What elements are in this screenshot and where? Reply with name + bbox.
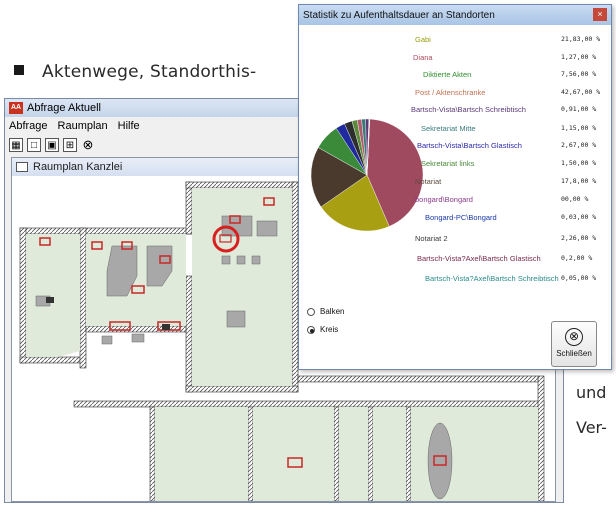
statistics-dialog: Statistik zu Aufenthaltsdauer an Standor… [298, 4, 612, 370]
menu-raumplan[interactable]: Raumplan [58, 120, 108, 132]
stat-title-bar: Statistik zu Aufenthaltsdauer an Standor… [299, 5, 611, 25]
stat-body: Gabi 21,83,00 % Diana 1,27,00 % Diktierte Ak… [303, 29, 607, 293]
stat-title: Statistik zu Aufenthaltsdauer an Standor… [303, 9, 495, 21]
close-button-label: Schließen [556, 349, 592, 358]
menu-abfrage[interactable]: Abfrage [9, 120, 48, 132]
radio-kreis-label: Kreis [320, 325, 339, 334]
legend-value: 0,03,00 % [561, 213, 597, 221]
radio-kreis[interactable]: Kreis [307, 325, 338, 334]
side-word-2: und [576, 383, 607, 402]
legend-label: Bartsch-Vista\Bartsch Glastisch [417, 141, 522, 150]
square-icon[interactable]: □ [27, 138, 41, 152]
radio-balken-label: Balken [320, 307, 345, 316]
legend-value: 0,91,00 % [561, 105, 597, 113]
radio-kreis-dot[interactable] [307, 325, 315, 334]
legend-label: Bartsch-Vista?Axel\Bartsch Glastisch [417, 254, 541, 263]
cancel-icon[interactable]: ⊗ [81, 137, 95, 152]
tiles-icon[interactable]: ▣ [45, 138, 59, 152]
legend-value: 17,8,00 % [561, 177, 597, 185]
legend-label: Gabi [415, 35, 431, 44]
legend-value: 1,27,00 % [561, 53, 597, 61]
legend-label: Sekretariat links [421, 159, 475, 168]
radio-balken-dot[interactable] [307, 307, 315, 316]
table-icon[interactable]: ⊞ [63, 138, 77, 152]
close-circle-icon: ⊗ [565, 328, 583, 346]
legend-value: 7,56,00 % [561, 70, 597, 78]
legend-value: 2,26,00 % [561, 234, 597, 242]
legend-label: bongard\Bongard [415, 195, 473, 204]
legend-value: 1,50,00 % [561, 159, 597, 167]
bullet-square-icon [14, 65, 24, 75]
legend-value: 0,05,00 % [561, 274, 597, 282]
legend-label: Bartsch-Vista?Axel\Bartsch Schreibtisch [425, 274, 559, 283]
legend-value: 42,67,00 % [561, 88, 601, 96]
legend-label: Notariat [415, 177, 442, 186]
legend-value: 0,2,00 % [561, 254, 593, 262]
legend-label: Diana [413, 53, 433, 62]
legend-label: Notariat 2 [415, 234, 448, 243]
window-icon [16, 162, 28, 172]
side-word-3: Ver- [576, 418, 607, 437]
grid-icon[interactable]: ▦ [9, 138, 23, 152]
main-window-title: Abfrage Aktuell [27, 102, 101, 114]
bullet-label: Aktenwege, Standorthis- [42, 62, 257, 82]
close-icon[interactable]: × [593, 8, 607, 21]
pie-chart [310, 118, 424, 232]
app-icon: AA [9, 102, 23, 114]
legend-label: Bartsch-Vista\Bartsch Schreibtisch [411, 105, 526, 114]
legend-value: 1,15,00 % [561, 124, 597, 132]
bullet-text: Aktenwege, Standorthis- [14, 62, 256, 82]
legend-label: Bongard-PC\Bongard [425, 213, 497, 222]
floorplan-title: Raumplan Kanzlei [33, 161, 123, 173]
legend-label: Sekretariat Mitte [421, 124, 476, 133]
legend-value: 21,83,00 % [561, 35, 601, 43]
legend-value: 2,67,00 % [561, 141, 597, 149]
menu-hilfe[interactable]: Hilfe [118, 120, 140, 132]
legend-label: Diktierte Akten [423, 70, 472, 79]
radio-balken[interactable]: Balken [307, 307, 344, 316]
legend-label: Post / Aktenschranke [415, 88, 486, 97]
close-button[interactable]: ⊗ Schließen [551, 321, 597, 367]
legend-value: 00,00 % [561, 195, 589, 203]
